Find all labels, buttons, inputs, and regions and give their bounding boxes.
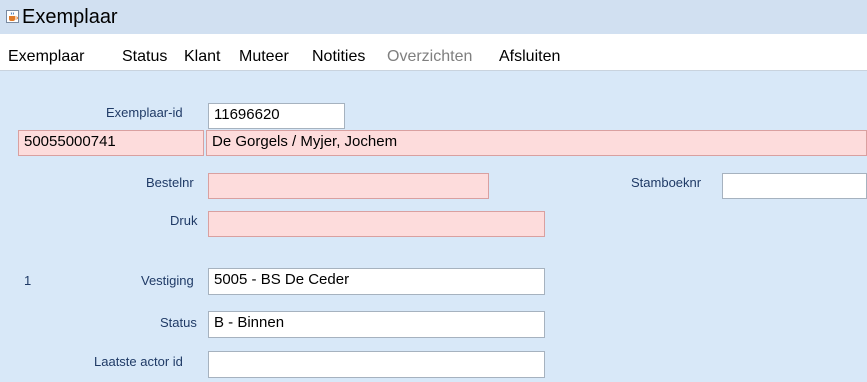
menu-notities[interactable]: Notities: [312, 47, 365, 67]
laatste-actor-id-label: Laatste actor id: [94, 354, 183, 369]
stamboeknr-label: Stamboeknr: [631, 175, 702, 190]
bestelnr-label: Bestelnr: [146, 175, 194, 190]
menu-status[interactable]: Status: [122, 47, 167, 67]
row-number: 1: [24, 273, 32, 288]
barcode-field[interactable]: 50055000741: [18, 130, 204, 156]
java-coffee-icon: [6, 10, 19, 23]
druk-label: Druk: [170, 213, 198, 228]
laatste-actor-id-field[interactable]: [208, 351, 545, 378]
title-author-field[interactable]: De Gorgels / Myjer, Jochem: [206, 130, 867, 156]
menu-muteer[interactable]: Muteer: [239, 47, 289, 67]
vestiging-field[interactable]: 5005 - BS De Ceder: [208, 268, 545, 295]
bestelnr-field[interactable]: [208, 173, 489, 199]
menu-bar: Exemplaar Status Klant Muteer Notities O…: [0, 34, 867, 71]
title-bar[interactable]: Exemplaar: [0, 0, 867, 34]
menu-afsluiten[interactable]: Afsluiten: [499, 47, 560, 67]
menu-klant[interactable]: Klant: [184, 47, 220, 67]
application-window: Exemplaar Exemplaar Status Klant Muteer …: [0, 0, 867, 382]
status-label: Status: [160, 315, 197, 330]
exemplaar-id-label: Exemplaar-id: [106, 105, 183, 120]
window-title: Exemplaar: [22, 6, 118, 28]
stamboeknr-field[interactable]: [722, 173, 867, 199]
status-field[interactable]: B - Binnen: [208, 311, 545, 338]
exemplaar-id-field[interactable]: 11696620: [208, 103, 345, 129]
menu-exemplaar[interactable]: Exemplaar: [8, 47, 84, 67]
menu-overzichten: Overzichten: [387, 48, 473, 65]
vestiging-label: Vestiging: [141, 273, 194, 288]
druk-field[interactable]: [208, 211, 545, 237]
form-panel: Exemplaar-id 11696620 50055000741 De Gor…: [0, 71, 867, 382]
